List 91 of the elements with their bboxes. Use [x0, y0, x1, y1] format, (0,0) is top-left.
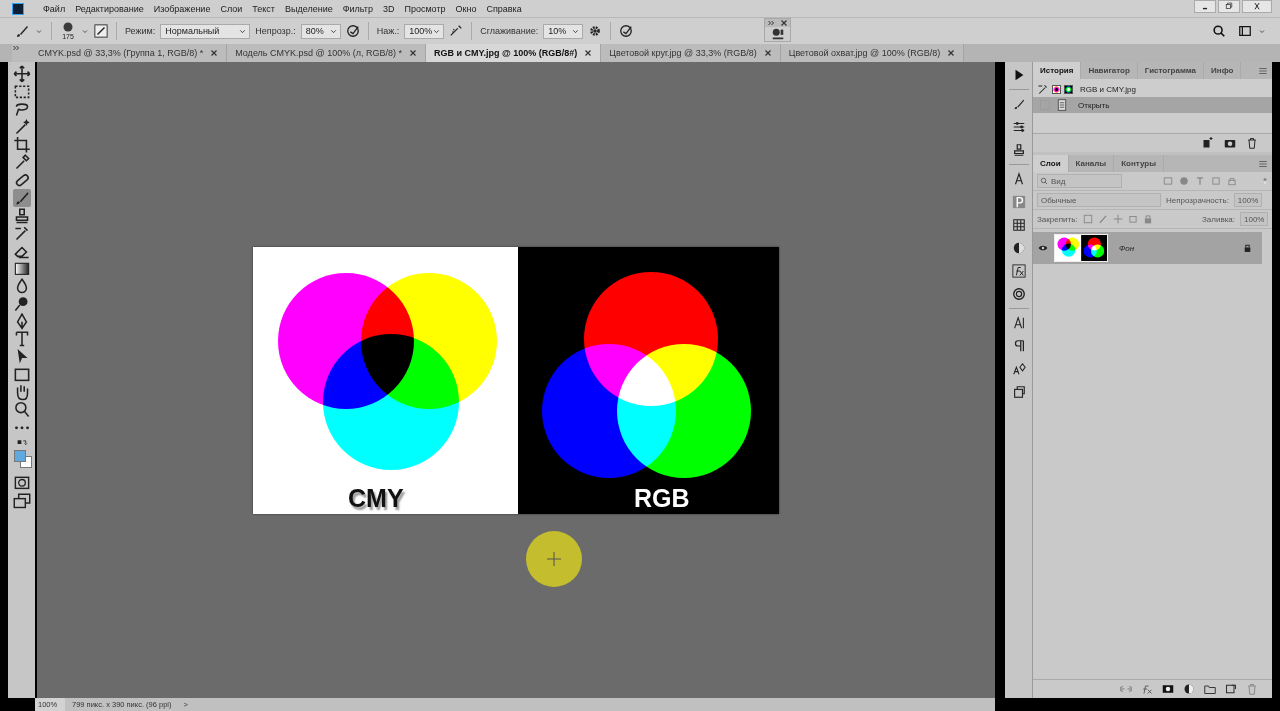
brush-tip-icon[interactable] [62, 21, 74, 33]
close-icon[interactable] [763, 49, 772, 57]
panel-tab[interactable]: Каналы [1068, 155, 1115, 172]
fill-field[interactable]: 100% [1240, 212, 1268, 226]
close-icon[interactable] [780, 19, 788, 27]
history-snapshot[interactable]: RGB и CMY.jpg [1080, 84, 1136, 94]
panel-tab[interactable]: Слои [1033, 155, 1069, 172]
document-tab[interactable]: Модель CMYK.psd @ 100% (л, RGB/8) * [227, 44, 426, 62]
brush-cursor-icon [526, 531, 582, 587]
opacity-field[interactable]: 100% [1233, 193, 1262, 207]
document-tab[interactable]: CMYK.psd @ 33,3% (Группа 1, RGB/8) * [12, 44, 228, 62]
option-label: Непрозр.: [255, 26, 296, 36]
eye-icon[interactable] [1038, 243, 1048, 253]
smoothing-dropdown[interactable]: 10% [543, 23, 584, 39]
adjustment-icon[interactable] [1183, 683, 1195, 695]
search-icon [1040, 177, 1048, 185]
close-icon[interactable] [584, 49, 593, 57]
character-icon[interactable] [1011, 316, 1026, 330]
history-brush-icon[interactable] [1037, 83, 1049, 95]
zoom-icon[interactable] [12, 401, 31, 419]
panel-menu-icon[interactable] [1258, 158, 1268, 169]
close-icon[interactable] [408, 49, 417, 57]
close-icon[interactable] [210, 49, 219, 57]
image-caption: RGB [634, 483, 690, 512]
document-tab[interactable]: RGB и CMY.jpg @ 100% (RGB/8#) [425, 44, 602, 62]
sliders-icon[interactable] [1011, 120, 1026, 134]
menu-item[interactable]: 3D [377, 3, 400, 14]
app-logo-icon [12, 2, 24, 15]
panel-tab[interactable]: История [1033, 62, 1082, 79]
mask-icon[interactable] [1162, 683, 1174, 695]
layer-row[interactable]: Фон [1033, 232, 1262, 264]
stamp-icon[interactable] [1011, 143, 1026, 157]
folder-icon[interactable] [1204, 683, 1216, 695]
document-tab[interactable]: Цветовой охват.jpg @ 100% (RGB/8) [780, 44, 965, 62]
p-block-icon[interactable] [1011, 195, 1026, 209]
glyphs-icon[interactable] [1011, 362, 1026, 376]
menu-item[interactable]: Выделение [279, 3, 338, 14]
restore-icon[interactable] [1218, 0, 1240, 13]
lock-icon[interactable] [1243, 243, 1252, 253]
filter-field[interactable]: Вид [1037, 174, 1122, 188]
new-document-icon[interactable] [1202, 137, 1214, 149]
workspace-icon[interactable] [1237, 24, 1253, 38]
panel-tab[interactable]: Контуры [1114, 155, 1164, 172]
image-caption: CMY [348, 483, 404, 512]
close-icon[interactable] [1242, 0, 1272, 13]
menu-item[interactable]: Слои [215, 3, 248, 14]
opacity-dropdown[interactable]: 80% [300, 23, 341, 39]
menu-item[interactable]: Файл [38, 3, 71, 14]
option-label: Сглаживание: [480, 26, 539, 36]
airbrush-icon[interactable] [449, 24, 464, 38]
pressure-icon[interactable] [345, 24, 360, 38]
brush-icon[interactable] [14, 23, 30, 39]
foreground-color-swatch[interactable] [13, 450, 26, 463]
menu-item[interactable]: Фильтр [337, 3, 378, 14]
menu-item[interactable]: Текст [247, 3, 280, 14]
opacity-label: Непрозрачность: [1166, 195, 1229, 205]
menu-item[interactable]: Справка [481, 3, 527, 14]
lock-label: Закрепить: [1037, 214, 1078, 224]
menu-item[interactable]: Редактирование [70, 3, 149, 14]
brush-panel-icon[interactable] [94, 24, 108, 38]
menu-item[interactable]: Просмотр [399, 3, 451, 14]
flow-dropdown[interactable]: 100% [404, 23, 445, 39]
camera-icon[interactable] [1224, 137, 1236, 149]
settings-icon[interactable] [588, 24, 603, 38]
fx-icon[interactable] [1141, 683, 1153, 695]
document-icon [1056, 99, 1068, 111]
menu-item[interactable]: Окно [450, 3, 482, 14]
move-icon[interactable] [12, 65, 31, 83]
layer-thumbnail [1054, 234, 1108, 262]
blend-mode-dropdown[interactable]: Обычные [1037, 193, 1161, 207]
document-tab[interactable]: Цветовой круг.jpg @ 33,3% (RGB/8) [601, 44, 781, 62]
menu-item[interactable]: Изображение [148, 3, 216, 14]
fill-label: Заливка: [1202, 214, 1235, 224]
history-brush-icon[interactable] [12, 224, 31, 242]
trash-icon[interactable] [1246, 137, 1258, 149]
option-label: Наж.: [376, 26, 400, 36]
panel-menu-icon[interactable] [1258, 65, 1268, 76]
close-icon[interactable] [947, 49, 956, 57]
crop-icon[interactable] [12, 135, 31, 154]
search-icon[interactable] [1212, 24, 1226, 38]
fx-icon[interactable] [1011, 264, 1026, 278]
new-layer-icon[interactable] [1225, 683, 1237, 695]
symmetry-icon[interactable] [619, 24, 634, 38]
history-step[interactable]: Открыть [1033, 97, 1272, 113]
styles-icon[interactable] [1011, 385, 1026, 399]
mode-dropdown[interactable]: Нормальный [160, 23, 251, 39]
option-label: Режим: [125, 26, 156, 36]
screen-mode-icon[interactable] [12, 492, 31, 510]
brush-icon[interactable] [12, 188, 31, 207]
adjustment-icon[interactable] [1011, 241, 1026, 255]
grid-icon[interactable] [1011, 218, 1026, 232]
